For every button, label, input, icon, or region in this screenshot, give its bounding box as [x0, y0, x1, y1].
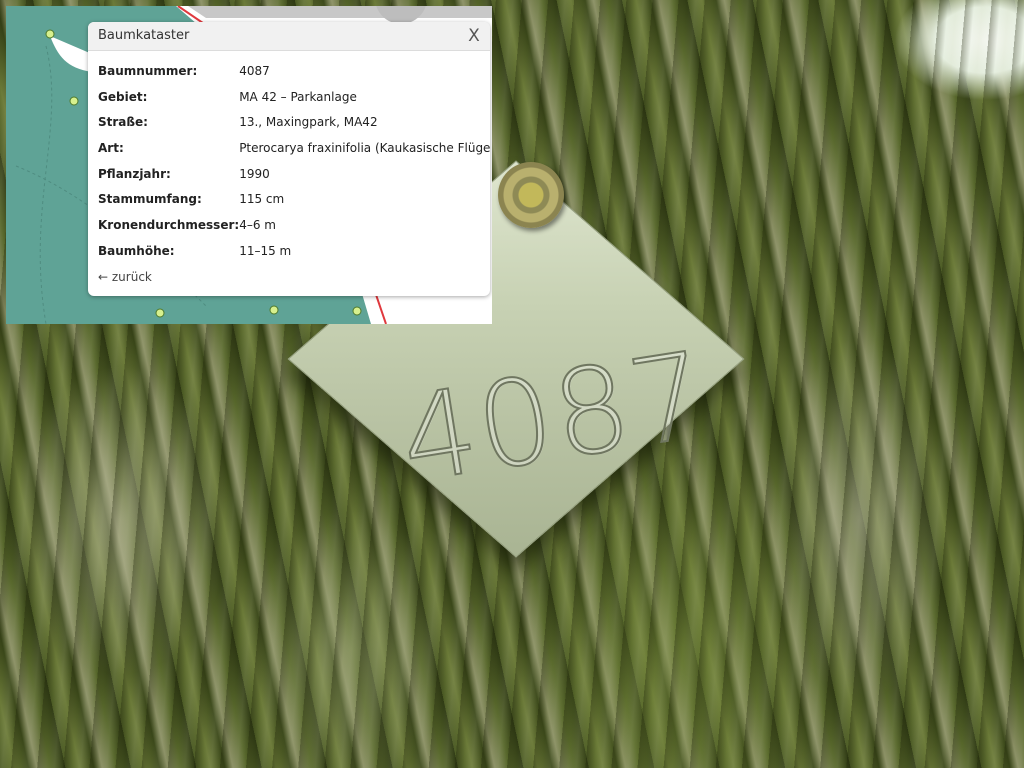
info-row-strasse: Straße: 13., Maxingpark, MA42 [98, 109, 490, 135]
row-label: Straße: [98, 115, 148, 130]
popup-tail [50, 36, 92, 72]
info-row-baumhoehe: Baumhöhe: 11–15 m [98, 238, 490, 264]
row-value: 11–15 m [239, 243, 292, 258]
row-label: Art: [98, 140, 124, 155]
close-icon[interactable]: X [464, 25, 484, 47]
row-label: Baumnummer: [98, 63, 198, 78]
map-road-top [188, 6, 492, 18]
row-value: 13., Maxingpark, MA42 [239, 115, 378, 130]
info-row-kronendurchmesser: Kronendurchmesser: 4–6 m [98, 212, 490, 238]
row-value: 4–6 m [239, 217, 276, 232]
back-link[interactable]: ← zurück [98, 270, 152, 284]
info-row-pflanzjahr: Pflanzjahr: 1990 [98, 161, 490, 187]
map-tree-marker [45, 29, 55, 39]
map-view[interactable]: Baumkataster X Baumnummer: 4087 Gebiet: … [6, 6, 492, 324]
tree-info-popup: Baumkataster X Baumnummer: 4087 Gebiet: … [88, 22, 490, 296]
row-value: Pterocarya fraxinifolia (Kaukasische Flü… [239, 140, 490, 155]
row-label: Baumhöhe: [98, 243, 175, 258]
tree-info-table: Baumnummer: 4087 Gebiet: MA 42 – Parkanl… [98, 58, 490, 264]
info-row-baumnummer: Baumnummer: 4087 [98, 58, 490, 84]
popup-title: Baumkataster [98, 28, 190, 43]
row-label: Pflanzjahr: [98, 166, 171, 181]
info-row-stammumfang: Stammumfang: 115 cm [98, 186, 490, 212]
row-value: 1990 [239, 166, 270, 181]
map-tree-marker [155, 308, 165, 318]
map-tree-marker [352, 306, 362, 316]
plate-screw [498, 162, 564, 228]
row-value: 4087 [239, 63, 270, 78]
map-tree-marker [269, 305, 279, 315]
row-label: Kronendurchmesser: [98, 217, 240, 232]
info-row-gebiet: Gebiet: MA 42 – Parkanlage [98, 84, 490, 110]
row-label: Stammumfang: [98, 192, 202, 207]
row-label: Gebiet: [98, 89, 148, 104]
row-value: MA 42 – Parkanlage [239, 89, 357, 104]
popup-header: Baumkataster X [88, 22, 490, 51]
map-tree-marker [69, 96, 79, 106]
info-row-art: Art: Pterocarya fraxinifolia (Kaukasisch… [98, 135, 490, 161]
row-value: 115 cm [239, 192, 285, 207]
map-contour-line [39, 45, 53, 324]
